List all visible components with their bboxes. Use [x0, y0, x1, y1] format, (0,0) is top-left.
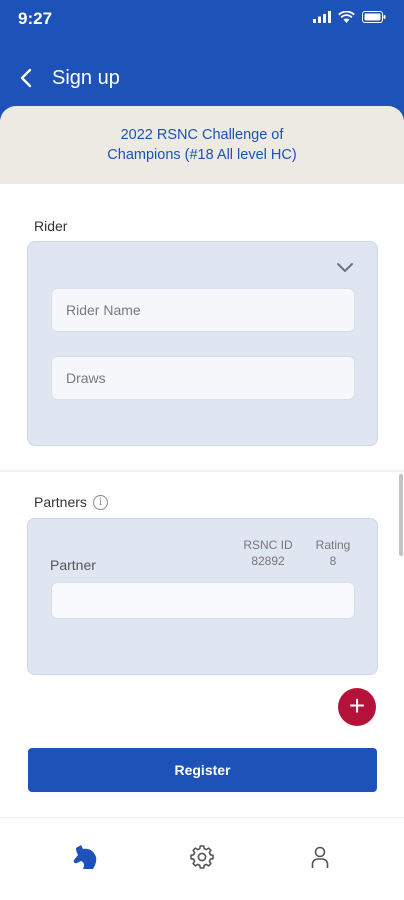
partners-section-header: Partners i — [34, 494, 108, 510]
status-icons — [313, 11, 386, 23]
plus-icon: + — [348, 690, 366, 721]
nav-item-home[interactable] — [70, 842, 100, 872]
status-bar: 9:27 — [0, 0, 404, 36]
back-arrow-icon — [20, 68, 32, 88]
rsnc-id-header: RSNC ID — [243, 538, 293, 552]
rating-header: Rating — [315, 538, 351, 552]
rider-card — [27, 241, 378, 446]
chevron-down-icon[interactable] — [335, 258, 355, 278]
rider-name-input[interactable] — [51, 288, 355, 332]
gear-icon — [190, 845, 214, 869]
event-card: 2022 RSNC Challenge of Champions (#18 Al… — [0, 106, 404, 184]
battery-icon — [362, 11, 386, 23]
nav-item-settings[interactable] — [187, 842, 217, 872]
nav-item-profile[interactable] — [305, 842, 335, 872]
event-title: 2022 RSNC Challenge of Champions (#18 Al… — [107, 127, 297, 163]
register-button[interactable]: Register — [28, 748, 377, 792]
back-button[interactable] — [12, 64, 40, 92]
rating-column: Rating 8 — [308, 537, 358, 569]
rsnc-id-column: RSNC ID 82892 — [235, 537, 301, 569]
draws-input[interactable] — [51, 356, 355, 400]
scrollbar[interactable] — [399, 474, 403, 556]
rating-value: 8 — [329, 554, 337, 568]
page-title: Sign up — [52, 67, 120, 89]
rider-section: Rider — [0, 184, 404, 470]
status-time: 9:27 — [18, 9, 53, 28]
rsnc-id-value: 82892 — [251, 554, 285, 568]
partner-card: Partner RSNC ID 82892 Rating 8 — [27, 518, 378, 675]
partners-section: Partners i Partner RSNC ID 82892 Rating … — [0, 472, 404, 817]
wifi-icon — [338, 11, 355, 23]
signal-icon — [313, 11, 331, 23]
add-partner-button[interactable]: + — [338, 688, 376, 726]
rider-section-label: Rider — [34, 218, 68, 234]
info-icon[interactable]: i — [92, 494, 108, 510]
horse-icon — [73, 845, 97, 869]
partner-input[interactable] — [51, 582, 355, 619]
partner-label: Partner — [50, 557, 96, 573]
person-icon — [311, 846, 329, 868]
partners-section-label: Partners — [34, 494, 87, 510]
bottom-nav — [0, 817, 404, 900]
